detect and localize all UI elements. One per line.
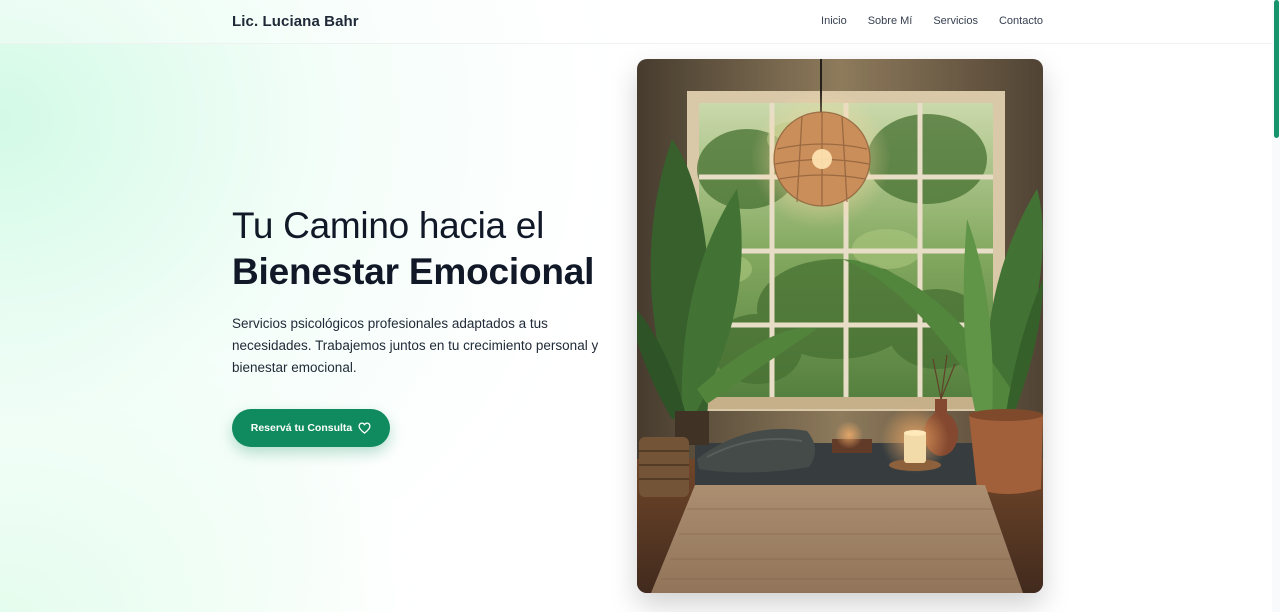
hero-title-light: Tu Camino hacia el [232, 205, 544, 246]
nav-link-servicios[interactable]: Servicios [933, 15, 978, 27]
brand-logo-text[interactable]: Lic. Luciana Bahr [232, 13, 359, 30]
heart-icon [358, 422, 371, 434]
meditation-room-photo [637, 59, 1043, 593]
book-consultation-button[interactable]: Reservá tu Consulta [232, 409, 390, 447]
cta-label: Reservá tu Consulta [250, 422, 353, 434]
main-nav: Inicio Sobre Mí Servicios Contacto [821, 15, 1043, 27]
scrollbar-thumb[interactable] [1274, 0, 1279, 138]
nav-link-sobre-mi[interactable]: Sobre Mí [868, 15, 913, 27]
page-scrollbar[interactable] [1272, 0, 1280, 612]
hero-description: Servicios psicológicos profesionales ada… [232, 316, 599, 375]
nav-link-contacto[interactable]: Contacto [999, 15, 1043, 27]
nav-link-inicio[interactable]: Inicio [821, 15, 847, 27]
hero-title-bold: Bienestar Emocional [232, 251, 595, 292]
site-header: Lic. Luciana Bahr Inicio Sobre Mí Servic… [0, 0, 1272, 44]
